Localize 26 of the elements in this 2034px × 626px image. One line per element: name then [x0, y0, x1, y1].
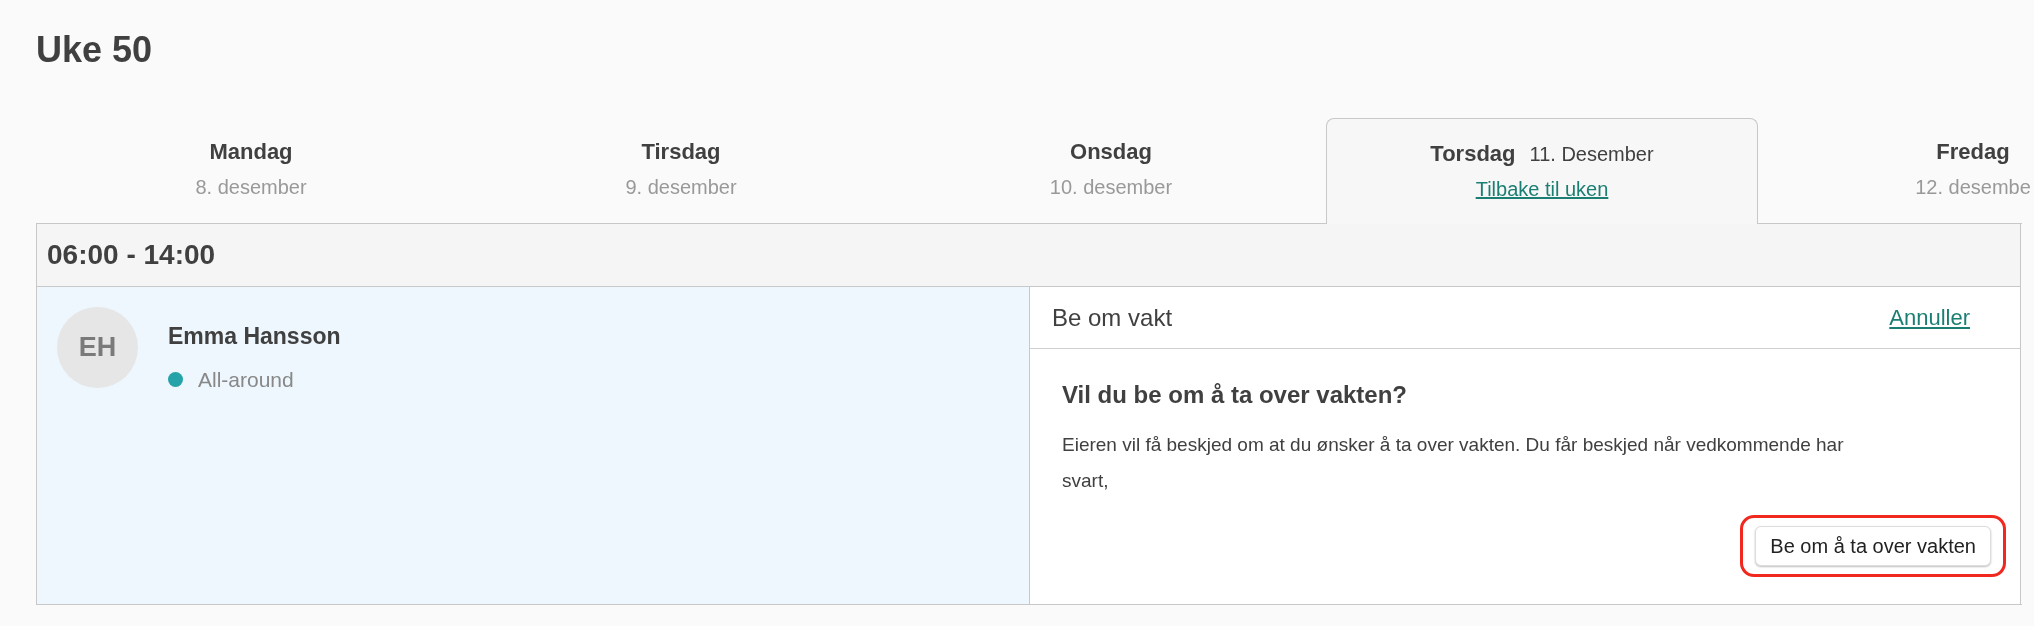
shift-time: 06:00 - 14:00: [47, 238, 216, 272]
day-date: 9. desember: [625, 175, 737, 200]
request-shift-button[interactable]: Be om å ta over vakten: [1755, 526, 1991, 566]
day-name: Mandag: [209, 138, 293, 166]
day-date: 8. desember: [195, 175, 307, 200]
panel-question: Vil du be om å ta over vakten?: [1062, 380, 1408, 410]
day-date: 10. desember: [1049, 175, 1173, 200]
day-tab[interactable]: Onsdag 10. desember: [896, 117, 1326, 223]
day-tab[interactable]: Mandag 8. desember: [36, 117, 466, 223]
day-tab[interactable]: Fredag 12. desembe: [1758, 117, 2034, 223]
day-name: Onsdag: [1070, 138, 1152, 166]
avatar: EH: [57, 307, 138, 388]
employee-role: All-around: [198, 366, 294, 393]
day-date: 12. desembe: [1915, 175, 2031, 200]
day-name: Tirsdag: [641, 138, 721, 166]
cancel-link[interactable]: Annuller: [1889, 301, 1970, 334]
employee-name: Emma Hansson: [168, 322, 341, 351]
day-name: Fredag: [1936, 138, 2010, 166]
day-tab[interactable]: Torsdag 11. Desember Tilbake til uken: [1326, 118, 1758, 224]
back-to-week-link[interactable]: Tilbake til uken: [1475, 174, 1609, 204]
panel-title: Be om vakt: [1052, 302, 1173, 333]
page-title: Uke 50: [36, 28, 153, 72]
day-name: Torsdag: [1430, 140, 1516, 168]
day-tab[interactable]: Tirsdag 9. desember: [466, 117, 896, 223]
panel-description: Eieren vil få beskjed om at du ønsker å ta over vakten. Du får beskjed når vedkommende har svart,: [1062, 433, 1845, 493]
day-date: 11. Desember: [1529, 142, 1654, 167]
